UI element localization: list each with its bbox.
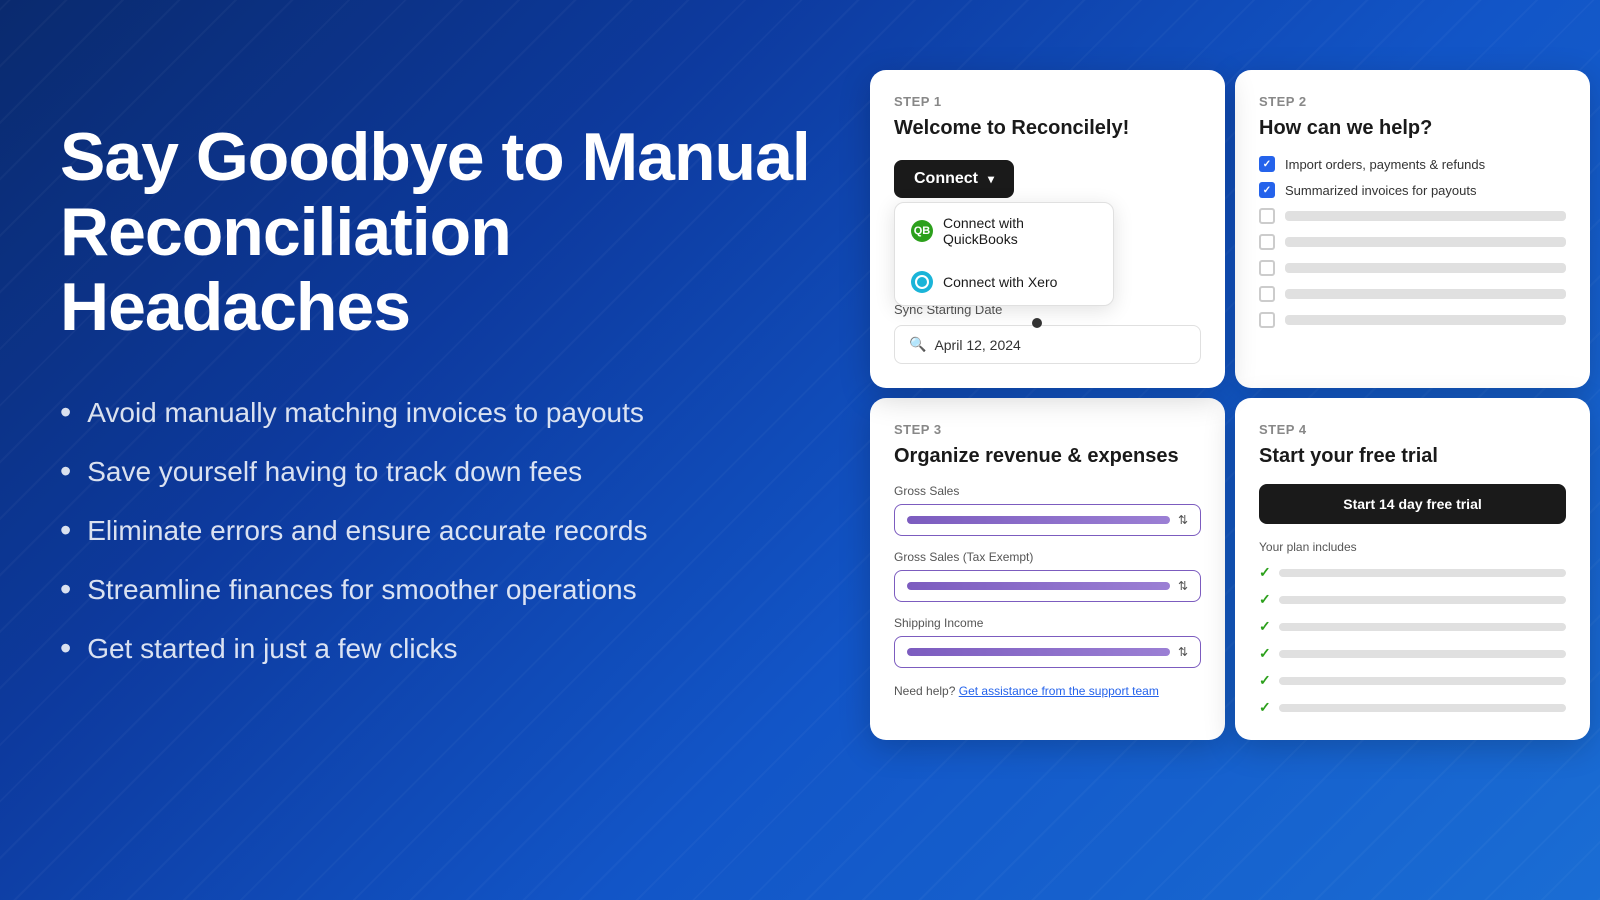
panels-area: STEP 1 Welcome to Reconcilely! Connect ▾… — [860, 70, 1600, 740]
gross-sales-bar — [907, 516, 1170, 524]
bullet-item-5: Get started in just a few clicks — [60, 630, 820, 667]
plan-item-bar-3 — [1279, 623, 1566, 631]
step3-panel: STEP 3 Organize revenue & expenses Gross… — [870, 398, 1225, 740]
connect-button[interactable]: Connect ▾ — [894, 160, 1014, 198]
step2-label: STEP 2 — [1259, 94, 1566, 109]
check-icon: ✓ — [1259, 672, 1271, 689]
check-icon: ✓ — [1259, 564, 1271, 581]
checkbox-bar-5 — [1285, 263, 1566, 273]
checkbox-bar-4 — [1285, 237, 1566, 247]
checkbox-unchecked-icon — [1259, 260, 1275, 276]
checkbox-bar-7 — [1285, 315, 1566, 325]
connect-btn-wrapper[interactable]: Connect ▾ QB Connect with QuickBooks Con… — [894, 160, 1014, 198]
sync-date-input[interactable]: 🔍 April 12, 2024 — [894, 325, 1201, 364]
bullet-list: Avoid manually matching invoices to payo… — [60, 394, 820, 667]
step4-panel: STEP 4 Start your free trial Start 14 da… — [1235, 398, 1590, 740]
step1-panel: STEP 1 Welcome to Reconcilely! Connect ▾… — [870, 70, 1225, 388]
start-trial-button[interactable]: Start 14 day free trial — [1259, 484, 1566, 524]
check-icon: ✓ — [1259, 645, 1271, 662]
bullet-item-1: Avoid manually matching invoices to payo… — [60, 394, 820, 431]
step1-label: STEP 1 — [894, 94, 1201, 109]
main-heading: Say Goodbye to Manual Reconciliation Hea… — [60, 120, 820, 344]
step2-title: How can we help? — [1259, 117, 1566, 140]
bullet-item-4: Streamline finances for smoother operati… — [60, 571, 820, 608]
connect-quickbooks-item[interactable]: QB Connect with QuickBooks — [895, 203, 1113, 259]
step2-panel: STEP 2 How can we help? Import orders, p… — [1235, 70, 1590, 388]
checkbox-unchecked-icon — [1259, 286, 1275, 302]
cursor — [1032, 318, 1042, 328]
plan-item-5: ✓ — [1259, 672, 1566, 689]
shipping-income-select[interactable]: ⇅ — [894, 636, 1201, 668]
shipping-income-bar — [907, 648, 1170, 656]
chevron-down-icon: ⇅ — [1178, 645, 1188, 659]
checkbox-unchecked-icon — [1259, 208, 1275, 224]
checkbox-item-3[interactable] — [1259, 208, 1566, 224]
support-link[interactable]: Get assistance from the support team — [959, 684, 1159, 698]
plan-items-list: ✓ ✓ ✓ ✓ ✓ ✓ — [1259, 564, 1566, 716]
checkbox-item-4[interactable] — [1259, 234, 1566, 250]
gross-sales-field: Gross Sales ⇅ — [894, 484, 1201, 536]
checkbox-unchecked-icon — [1259, 312, 1275, 328]
gross-sales-label: Gross Sales — [894, 484, 1201, 498]
search-icon: 🔍 — [909, 336, 926, 353]
checkbox-item-6[interactable] — [1259, 286, 1566, 302]
plan-item-bar-5 — [1279, 677, 1566, 685]
check-icon: ✓ — [1259, 618, 1271, 635]
bullet-item-2: Save yourself having to track down fees — [60, 453, 820, 490]
checkbox-bar-3 — [1285, 211, 1566, 221]
step4-title: Start your free trial — [1259, 445, 1566, 468]
plan-item-6: ✓ — [1259, 699, 1566, 716]
step3-title: Organize revenue & expenses — [894, 445, 1201, 468]
gross-sales-tax-field: Gross Sales (Tax Exempt) ⇅ — [894, 550, 1201, 602]
connect-dropdown[interactable]: QB Connect with QuickBooks Connect with … — [894, 202, 1114, 306]
quickbooks-icon: QB — [911, 220, 933, 242]
plan-item-4: ✓ — [1259, 645, 1566, 662]
checkbox-item-2[interactable]: Summarized invoices for payouts — [1259, 182, 1566, 198]
gross-sales-tax-label: Gross Sales (Tax Exempt) — [894, 550, 1201, 564]
checkbox-list: Import orders, payments & refunds Summar… — [1259, 156, 1566, 328]
gross-sales-select[interactable]: ⇅ — [894, 504, 1201, 536]
gross-sales-tax-select[interactable]: ⇅ — [894, 570, 1201, 602]
chevron-down-icon: ⇅ — [1178, 579, 1188, 593]
plan-item-2: ✓ — [1259, 591, 1566, 608]
check-icon: ✓ — [1259, 699, 1271, 716]
check-icon: ✓ — [1259, 591, 1271, 608]
help-text: Need help? Get assistance from the suppo… — [894, 684, 1201, 698]
checkbox-bar-6 — [1285, 289, 1566, 299]
plan-item-bar-2 — [1279, 596, 1566, 604]
checkbox-text-1: Import orders, payments & refunds — [1285, 157, 1485, 172]
chevron-down-icon: ⇅ — [1178, 513, 1188, 527]
checkbox-item-1[interactable]: Import orders, payments & refunds — [1259, 156, 1566, 172]
left-section: Say Goodbye to Manual Reconciliation Hea… — [60, 120, 820, 667]
xero-icon — [911, 271, 933, 293]
shipping-income-label: Shipping Income — [894, 616, 1201, 630]
plan-item-3: ✓ — [1259, 618, 1566, 635]
plan-includes-label: Your plan includes — [1259, 540, 1566, 554]
bullet-item-3: Eliminate errors and ensure accurate rec… — [60, 512, 820, 549]
plan-item-1: ✓ — [1259, 564, 1566, 581]
step1-title: Welcome to Reconcilely! — [894, 117, 1201, 140]
plan-item-bar-1 — [1279, 569, 1566, 577]
checkbox-item-7[interactable] — [1259, 312, 1566, 328]
checkbox-checked-icon — [1259, 182, 1275, 198]
sync-section: Sync Starting Date 🔍 April 12, 2024 — [894, 302, 1201, 364]
step4-label: STEP 4 — [1259, 422, 1566, 437]
gross-sales-tax-bar — [907, 582, 1170, 590]
checkbox-item-5[interactable] — [1259, 260, 1566, 276]
plan-item-bar-6 — [1279, 704, 1566, 712]
step3-label: STEP 3 — [894, 422, 1201, 437]
connect-xero-item[interactable]: Connect with Xero — [895, 259, 1113, 305]
chevron-down-icon: ▾ — [988, 172, 994, 186]
checkbox-checked-icon — [1259, 156, 1275, 172]
checkbox-unchecked-icon — [1259, 234, 1275, 250]
plan-item-bar-4 — [1279, 650, 1566, 658]
shipping-income-field: Shipping Income ⇅ — [894, 616, 1201, 668]
checkbox-text-2: Summarized invoices for payouts — [1285, 183, 1476, 198]
